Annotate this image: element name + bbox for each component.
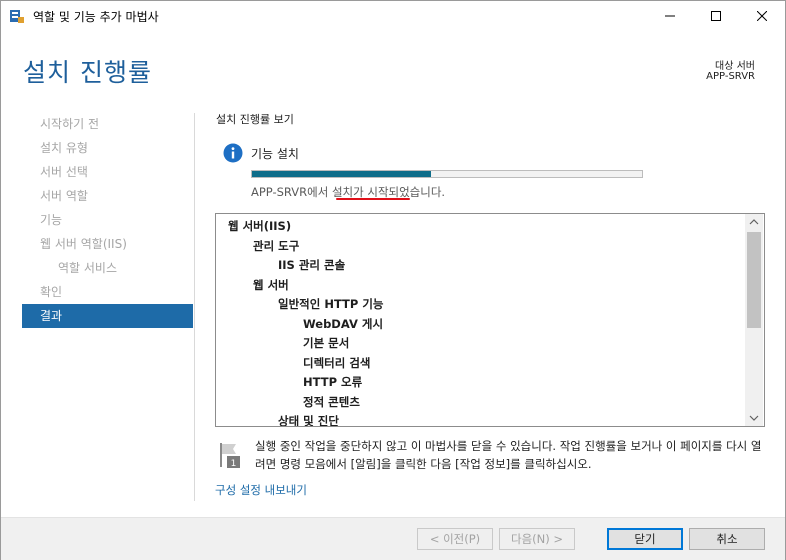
- result-item: WebDAV 게시: [303, 316, 384, 331]
- scroll-thumb[interactable]: [747, 232, 761, 328]
- result-item: 웹 서버(IIS): [228, 219, 292, 233]
- feature-install-label: 기능 설치: [251, 147, 299, 161]
- window-title: 역할 및 기능 추가 마법사: [33, 10, 159, 24]
- result-item: 일반적인 HTTP 기능: [278, 297, 384, 311]
- nav-item[interactable]: 확인: [22, 280, 193, 304]
- results-content: 웹 서버(IIS) 관리 도구 IIS 관리 콘솔웹 서버일반적인 HTTP 기능 W…: [216, 214, 744, 426]
- info-icon: [223, 143, 243, 163]
- nav-item[interactable]: 기능: [22, 208, 193, 232]
- progress-fill: [252, 171, 432, 177]
- close-button[interactable]: 닫기: [607, 528, 683, 550]
- install-progress-bar: [251, 170, 643, 178]
- wizard-window: 역할 및 기능 추가 마법사 설치 진행률 대상 서버 APP-SRVR 시작하…: [0, 0, 786, 560]
- maximize-button[interactable]: [693, 1, 739, 31]
- destination-server-label: 대상 서버: [715, 61, 755, 72]
- chevron-down-icon: [749, 415, 759, 421]
- result-item: 상태 및 진단: [278, 414, 339, 426]
- title-bar[interactable]: 역할 및 기능 추가 마법사: [1, 1, 785, 31]
- nav-item[interactable]: 역할 서비스: [22, 256, 193, 280]
- nav-item[interactable]: 서버 역할: [22, 184, 193, 208]
- nav-item[interactable]: 웹 서버 역할(IIS): [22, 232, 193, 256]
- nav-divider: [194, 113, 195, 501]
- highlight-underline: [336, 198, 410, 200]
- svg-text:1: 1: [231, 459, 237, 469]
- next-button[interactable]: 다음(N) >: [499, 528, 575, 550]
- chevron-up-icon: [749, 219, 759, 225]
- results-list[interactable]: 웹 서버(IIS) 관리 도구 IIS 관리 콘솔웹 서버일반적인 HTTP 기능 W…: [215, 213, 765, 427]
- nav-item[interactable]: 결과: [22, 304, 193, 328]
- result-item: 정적 콘텐츠: [303, 394, 360, 409]
- export-settings-link[interactable]: 구성 설정 내보내기: [215, 482, 307, 498]
- minimize-icon: [665, 15, 675, 17]
- result-item: HTTP 오류: [303, 375, 363, 389]
- nav-item[interactable]: 설치 유형: [22, 136, 193, 160]
- flag-icon: 1: [217, 441, 241, 469]
- page-title: 설치 진행률: [23, 58, 152, 87]
- wizard-nav: 시작하기 전 설치 유형 서버 선택 서버 역할 기능 웹 서버 역할(IIS) 역할 서비…: [22, 112, 193, 328]
- maximize-icon: [711, 11, 721, 21]
- previous-button[interactable]: < 이전(P): [417, 528, 493, 550]
- result-item: 디렉터리 검색: [303, 355, 371, 370]
- section-label: 설치 진행률 보기: [216, 113, 294, 126]
- cancel-button[interactable]: 취소: [689, 528, 765, 550]
- server-manager-icon: [9, 8, 25, 24]
- footer-bar: < 이전(P) 다음(N) > 닫기 취소: [1, 517, 785, 560]
- nav-item[interactable]: 서버 선택: [22, 160, 193, 184]
- notice-text: 실행 중인 작업을 중단하지 않고 이 마법사를 닫을 수 있습니다. 작업 진…: [255, 439, 762, 471]
- destination-server-name: APP-SRVR: [706, 71, 755, 82]
- close-icon: [757, 11, 767, 21]
- result-item: 웹 서버: [253, 277, 289, 292]
- result-item: 기본 문서: [303, 336, 350, 350]
- close-window-button[interactable]: [739, 1, 785, 31]
- result-item: 관리 도구: [253, 238, 300, 253]
- minimize-button[interactable]: [647, 1, 693, 31]
- scroll-up-button[interactable]: [745, 214, 763, 230]
- nav-item[interactable]: 시작하기 전: [22, 112, 193, 136]
- scroll-down-button[interactable]: [745, 410, 763, 426]
- result-item: IIS 관리 콘솔: [278, 258, 346, 272]
- results-scrollbar[interactable]: [745, 214, 763, 426]
